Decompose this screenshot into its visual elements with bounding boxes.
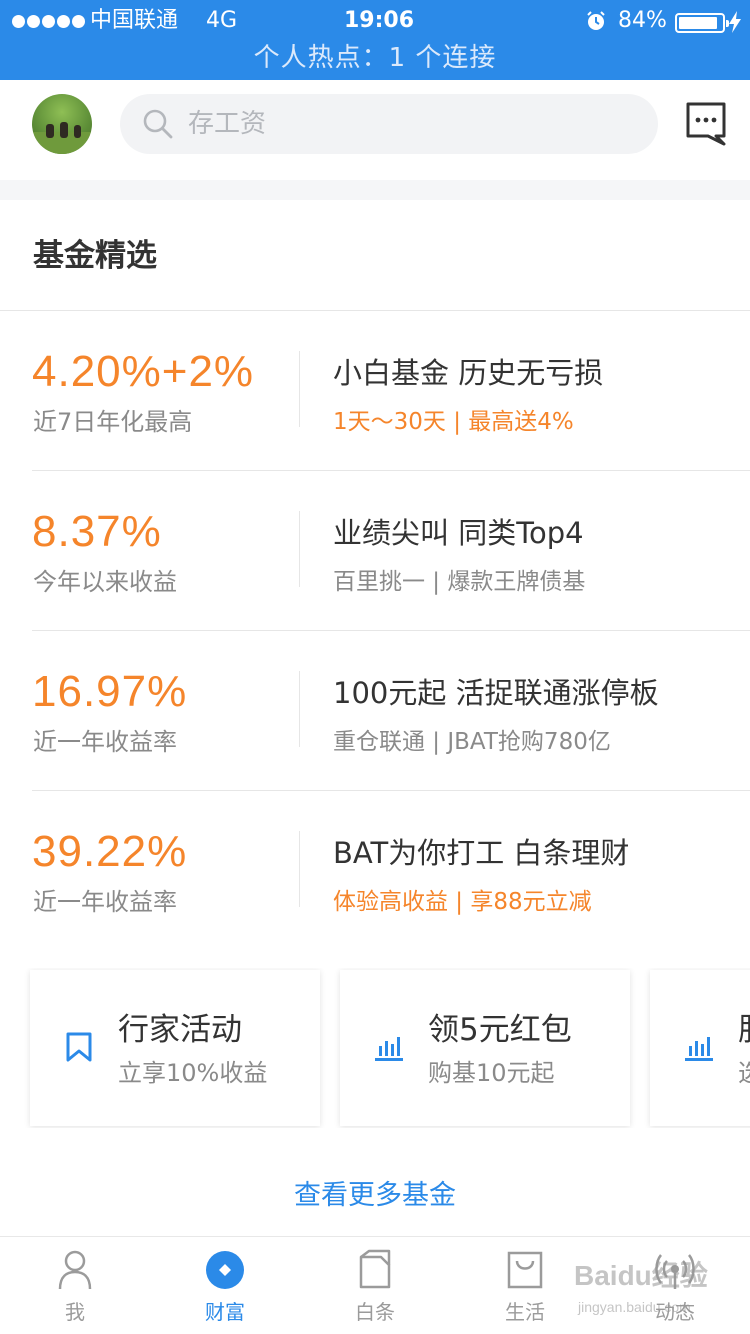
fund-description: 重仓联通 | JBAT抢购780亿 bbox=[333, 729, 611, 755]
top-header: 存工资 bbox=[0, 80, 750, 180]
status-time: 19:06 bbox=[344, 8, 415, 33]
battery-icon bbox=[675, 13, 729, 33]
promo-card-carousel[interactable]: 行家活动 立享10%收益 领5元红包 购基10元起 服 选 bbox=[0, 968, 750, 1128]
promo-card-title: 服 bbox=[738, 1010, 750, 1050]
promo-card[interactable]: 服 选 bbox=[650, 970, 750, 1126]
network-type: 4G bbox=[206, 8, 238, 33]
section-title: 基金精选 bbox=[33, 238, 157, 274]
person-icon bbox=[58, 1250, 92, 1290]
avatar[interactable] bbox=[32, 94, 92, 154]
tab-wealth[interactable]: 财富 bbox=[150, 1237, 300, 1334]
fund-rate: 8.37% bbox=[32, 507, 162, 556]
fund-description: 体验高收益 | 享88元立减 bbox=[333, 889, 592, 915]
signal-strength-icon bbox=[12, 4, 87, 38]
bag-icon bbox=[507, 1251, 543, 1289]
promo-card-subtitle: 选 bbox=[738, 1058, 750, 1088]
bar-chart-icon bbox=[375, 1037, 403, 1061]
search-icon bbox=[143, 109, 173, 139]
fund-rate-label: 近一年收益率 bbox=[33, 728, 177, 756]
tab-label: 白条 bbox=[355, 1300, 395, 1324]
bar-chart-icon bbox=[685, 1037, 713, 1061]
promo-card-subtitle: 购基10元起 bbox=[428, 1059, 555, 1087]
fund-rate-label: 近7日年化最高 bbox=[33, 408, 193, 436]
fund-row[interactable]: 8.37% 今年以来收益 业绩尖叫 同类Top4 百里挑一 | 爆款王牌债基 bbox=[0, 471, 750, 631]
carrier-name: 中国联通 bbox=[90, 8, 179, 33]
promo-card-title: 领5元红包 bbox=[428, 1012, 572, 1048]
hotspot-banner[interactable]: 个人热点：1 个连接 bbox=[0, 40, 750, 76]
promo-card[interactable]: 行家活动 立享10%收益 bbox=[30, 970, 320, 1126]
fund-name: BAT为你打工 白条理财 bbox=[333, 836, 630, 870]
fund-row[interactable]: 4.20%+2% 近7日年化最高 小白基金 历史无亏损 1天～30天 | 最高送… bbox=[0, 311, 750, 471]
card-icon bbox=[359, 1249, 391, 1289]
search-input[interactable]: 存工资 bbox=[120, 94, 658, 154]
fund-rate-label: 近一年收益率 bbox=[33, 888, 177, 916]
section-gap bbox=[0, 180, 750, 200]
tab-baitiao[interactable]: 白条 bbox=[300, 1237, 450, 1334]
watermark-url: jingyan.baidu.com bbox=[578, 1299, 691, 1315]
tab-label: 财富 bbox=[205, 1300, 245, 1324]
fund-row[interactable]: 16.97% 近一年收益率 100元起 活捉联通涨停板 重仓联通 | JBAT抢… bbox=[0, 631, 750, 791]
fund-rate: 39.22% bbox=[32, 827, 188, 876]
row-divider bbox=[299, 511, 300, 587]
tab-me[interactable]: 我 bbox=[0, 1237, 150, 1334]
wealth-icon bbox=[206, 1251, 244, 1289]
fund-name: 小白基金 历史无亏损 bbox=[333, 356, 604, 390]
status-bar: 中国联通 4G 19:06 84% 个人热点：1 个连接 bbox=[0, 0, 750, 80]
row-divider bbox=[299, 831, 300, 907]
row-divider bbox=[299, 351, 300, 427]
message-icon[interactable] bbox=[686, 102, 726, 146]
fund-rate: 4.20%+2% bbox=[32, 347, 255, 396]
fund-name: 100元起 活捉联通涨停板 bbox=[333, 676, 659, 710]
watermark-text: Baidu经验 bbox=[574, 1260, 708, 1291]
promo-card[interactable]: 领5元红包 购基10元起 bbox=[340, 970, 630, 1126]
fund-rate: 16.97% bbox=[32, 667, 188, 716]
charging-icon bbox=[729, 11, 741, 33]
fund-row[interactable]: 39.22% 近一年收益率 BAT为你打工 白条理财 体验高收益 | 享88元立… bbox=[0, 791, 750, 951]
view-more-funds-link[interactable]: 查看更多基金 bbox=[0, 1176, 750, 1216]
alarm-icon bbox=[587, 11, 605, 30]
promo-card-subtitle: 立享10%收益 bbox=[118, 1059, 268, 1087]
fund-description: 1天～30天 | 最高送4% bbox=[333, 409, 574, 435]
tab-label: 我 bbox=[65, 1300, 85, 1324]
row-divider bbox=[299, 671, 300, 747]
battery-percentage: 84% bbox=[618, 8, 667, 33]
fund-name: 业绩尖叫 同类Top4 bbox=[333, 516, 584, 550]
fund-rate-label: 今年以来收益 bbox=[33, 568, 177, 596]
baidu-watermark: Baidu经验 jingyan.baidu.com bbox=[574, 1258, 734, 1322]
promo-card-title: 行家活动 bbox=[118, 1012, 242, 1048]
fund-description: 百里挑一 | 爆款王牌债基 bbox=[333, 569, 586, 595]
search-placeholder: 存工资 bbox=[188, 109, 267, 139]
bookmark-icon bbox=[66, 1032, 92, 1062]
